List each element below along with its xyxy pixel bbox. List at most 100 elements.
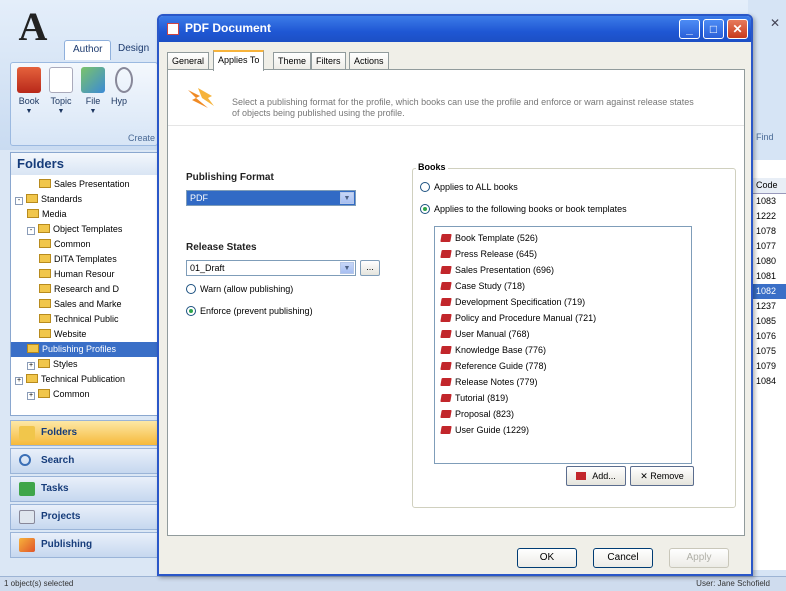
tree-item[interactable]: Sales Presentation xyxy=(11,177,159,192)
tab-actions[interactable]: Actions xyxy=(349,52,389,70)
add-book-button[interactable]: Add... xyxy=(566,466,626,486)
book-list-item[interactable]: Sales Presentation (696) xyxy=(440,263,554,279)
books-list[interactable]: Book Template (526) Press Release (645) Sa… xyxy=(434,226,692,464)
release-states-browse-button[interactable]: ... xyxy=(360,260,380,276)
book-list-item-label: User Guide (1229) xyxy=(455,425,530,435)
chevron-down-icon[interactable]: ▼ xyxy=(340,192,354,204)
folder-icon xyxy=(26,374,38,383)
minimize-button[interactable]: _ xyxy=(679,19,700,39)
nav-folders-button[interactable]: Folders xyxy=(10,420,158,446)
tree-item-label: Technical Publication xyxy=(41,374,126,384)
book-list-item[interactable]: Tutorial (819) xyxy=(440,391,508,407)
publishing-format-select[interactable]: PDF ▼ xyxy=(186,190,356,206)
code-column-header[interactable]: Code xyxy=(753,178,786,194)
radio-circle-selected[interactable] xyxy=(186,306,196,316)
nav-folders-label: Folders xyxy=(41,427,78,438)
hyperlink-button-label: Hyp xyxy=(111,96,128,106)
code-cell[interactable]: 1079 xyxy=(753,359,786,374)
nav-search-button[interactable]: Search xyxy=(10,448,158,474)
code-cell[interactable]: 1237 xyxy=(753,299,786,314)
code-cell[interactable]: 1084 xyxy=(753,374,786,389)
tree-item[interactable]: Technical Public xyxy=(11,312,159,327)
applies-following-radio[interactable]: Applies to the following books or book t… xyxy=(420,204,627,214)
maximize-button[interactable]: □ xyxy=(703,19,724,39)
radio-circle-selected[interactable] xyxy=(420,204,430,214)
code-cell[interactable]: 1077 xyxy=(753,239,786,254)
book-list-item[interactable]: Knowledge Base (776) xyxy=(440,343,546,359)
expand-icon[interactable]: + xyxy=(15,377,23,385)
tree-item[interactable]: - Object Templates xyxy=(11,222,159,237)
book-list-item[interactable]: Press Release (645) xyxy=(440,247,537,263)
warn-radio[interactable]: Warn (allow publishing) xyxy=(186,284,293,294)
code-cell[interactable]: 1080 xyxy=(753,254,786,269)
tree-item[interactable]: Website xyxy=(11,327,159,342)
book-list-item-label: Case Study (718) xyxy=(455,281,526,291)
enforce-radio[interactable]: Enforce (prevent publishing) xyxy=(186,306,313,316)
nav-tasks-button[interactable]: Tasks xyxy=(10,476,158,502)
hyperlink-button[interactable]: Hyp xyxy=(111,67,147,106)
expand-icon[interactable]: + xyxy=(27,392,35,400)
book-list-item[interactable]: User Manual (768) xyxy=(440,327,530,343)
tree-item[interactable]: + Technical Publication xyxy=(11,372,159,387)
collapse-icon[interactable]: - xyxy=(15,197,23,205)
tree-item[interactable]: DITA Templates xyxy=(11,252,159,267)
book-list-item[interactable]: Book Template (526) xyxy=(440,231,538,247)
nav-projects-button[interactable]: Projects xyxy=(10,504,158,530)
ok-button[interactable]: OK xyxy=(517,548,577,568)
code-cell[interactable]: 1083 xyxy=(753,194,786,209)
code-cell[interactable]: 1078 xyxy=(753,224,786,239)
book-icon xyxy=(440,346,452,354)
book-list-item[interactable]: Reference Guide (778) xyxy=(440,359,547,375)
ribbon-tab-author[interactable]: Author xyxy=(64,40,112,60)
code-cell[interactable]: 1082 xyxy=(753,284,786,299)
tree-item[interactable]: Sales and Marke xyxy=(11,297,159,312)
code-cell[interactable]: 1075 xyxy=(753,344,786,359)
tab-applies-to[interactable]: Applies To xyxy=(213,50,265,71)
tab-theme[interactable]: Theme xyxy=(273,52,312,70)
book-list-item[interactable]: Proposal (823) xyxy=(440,407,514,423)
book-list-item[interactable]: Release Notes (779) xyxy=(440,375,538,391)
tree-item[interactable]: Publishing Profiles xyxy=(11,342,159,357)
nav-publishing-button[interactable]: Publishing xyxy=(10,532,158,558)
tree-item[interactable]: Common xyxy=(11,237,159,252)
ribbon-tab-design[interactable]: Design xyxy=(110,40,157,60)
applies-all-radio[interactable]: Applies to ALL books xyxy=(420,182,518,192)
tab-general[interactable]: General xyxy=(167,52,210,70)
release-states-select[interactable]: 01_Draft ▼ xyxy=(186,260,356,276)
book-button[interactable]: Book ▼ xyxy=(15,67,43,115)
file-icon xyxy=(81,67,105,93)
apply-button[interactable]: Apply xyxy=(669,548,729,568)
code-cell[interactable]: 1222 xyxy=(753,209,786,224)
tree-item[interactable]: - Standards xyxy=(11,192,159,207)
remove-book-button[interactable]: ✕ Remove xyxy=(630,466,694,486)
folder-icon xyxy=(39,254,51,263)
enforce-radio-label: Enforce (prevent publishing) xyxy=(200,306,313,316)
book-list-item[interactable]: Development Specification (719) xyxy=(440,295,585,311)
file-button[interactable]: File ▼ xyxy=(79,67,107,115)
cancel-button[interactable]: Cancel xyxy=(593,548,653,568)
collapse-icon[interactable]: - xyxy=(27,227,35,235)
close-button[interactable]: ✕ xyxy=(727,19,748,39)
code-cell[interactable]: 1076 xyxy=(753,329,786,344)
topic-button[interactable]: Topic ▼ xyxy=(47,67,75,115)
book-list-item[interactable]: Case Study (718) xyxy=(440,279,526,295)
book-list-item[interactable]: Policy and Procedure Manual (721) xyxy=(440,311,596,327)
tree-item-label: Common xyxy=(54,239,91,249)
tree-item[interactable]: + Styles xyxy=(11,357,159,372)
chevron-down-icon[interactable]: ▼ xyxy=(340,262,354,274)
tree-item[interactable]: Human Resour xyxy=(11,267,159,282)
code-cell[interactable]: 1081 xyxy=(753,269,786,284)
tree-item[interactable]: + Common xyxy=(11,387,159,402)
expand-icon[interactable]: + xyxy=(27,362,35,370)
code-cell[interactable]: 1085 xyxy=(753,314,786,329)
book-list-item[interactable]: User Guide (1229) xyxy=(440,423,530,439)
close-icon[interactable]: ✕ xyxy=(770,16,780,30)
tree-item[interactable]: Media xyxy=(11,207,159,222)
tree-item[interactable]: Research and D xyxy=(11,282,159,297)
radio-circle[interactable] xyxy=(186,284,196,294)
dialog-titlebar[interactable]: PDF Document _ □ ✕ xyxy=(159,16,751,42)
tab-filters[interactable]: Filters xyxy=(311,52,346,70)
book-icon xyxy=(440,266,452,274)
book-icon xyxy=(440,282,452,290)
radio-circle[interactable] xyxy=(420,182,430,192)
